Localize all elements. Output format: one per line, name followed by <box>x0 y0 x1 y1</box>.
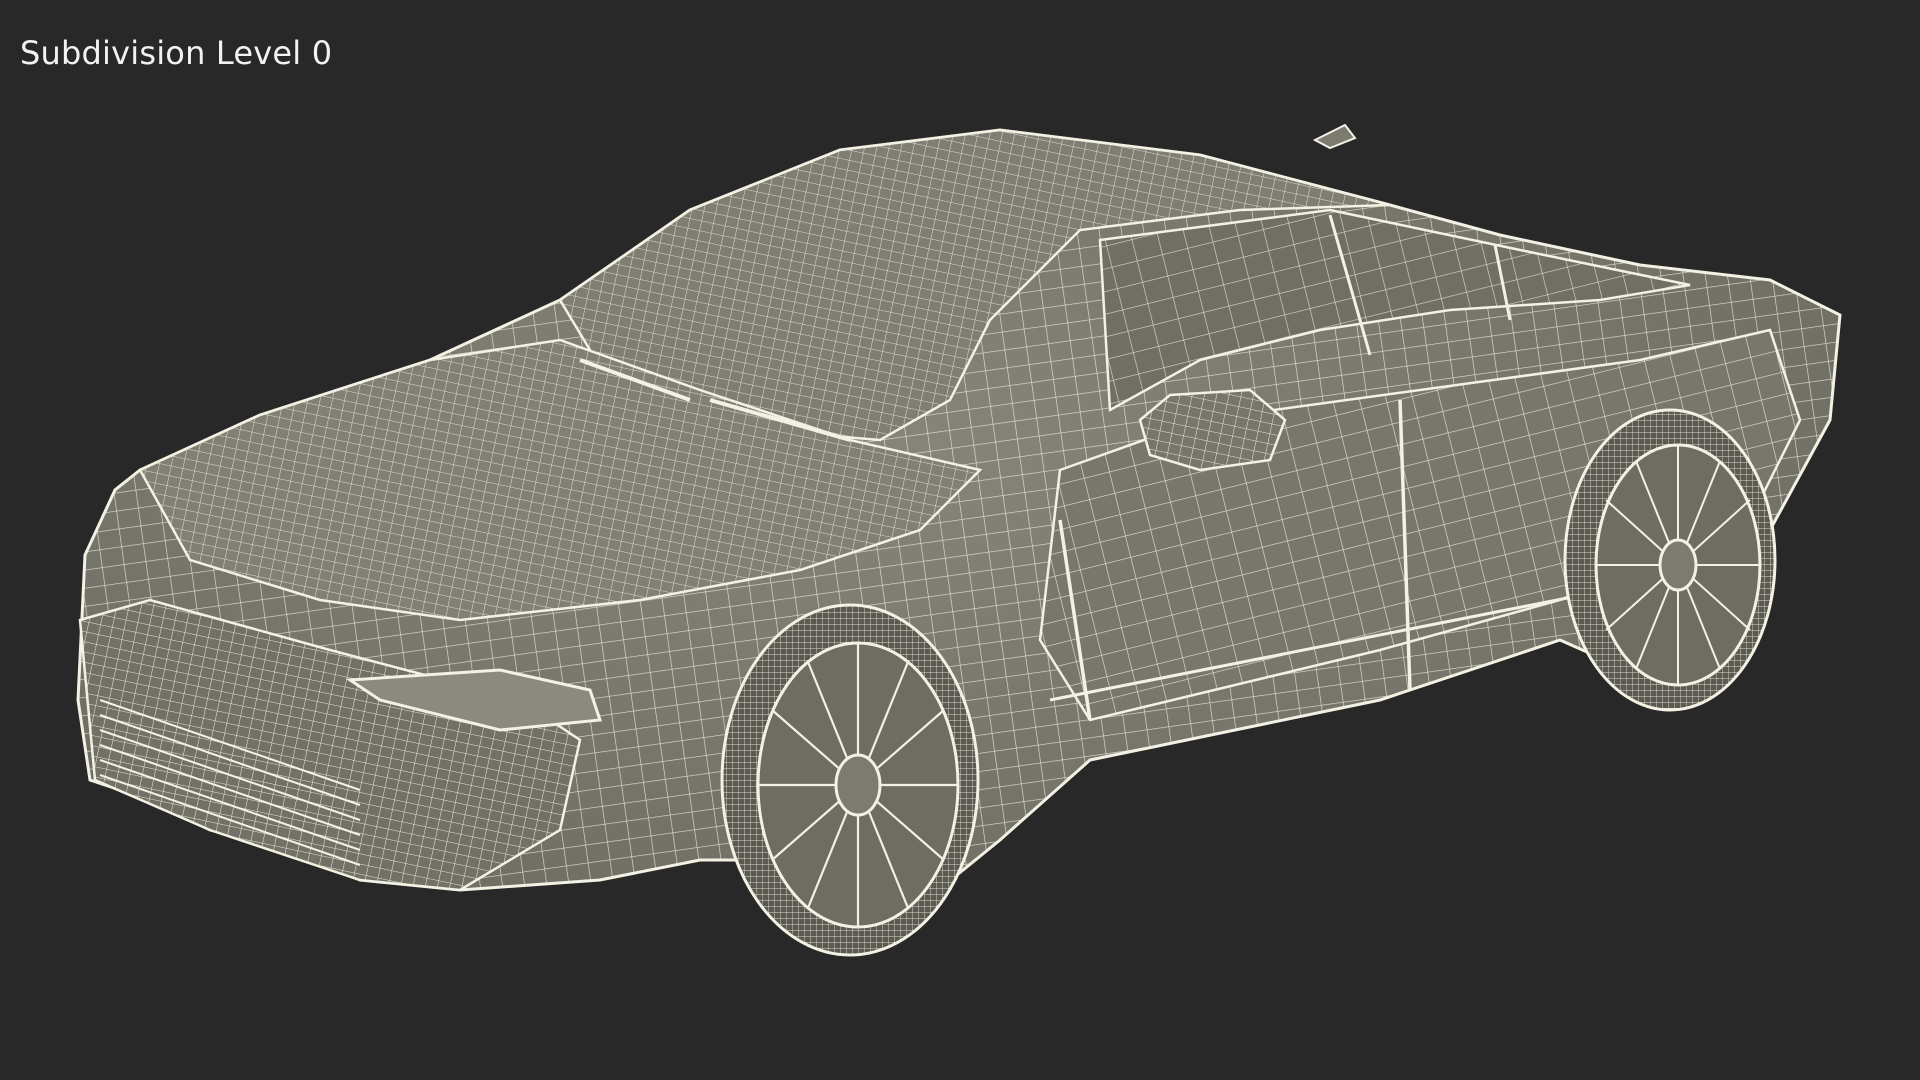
roof-antenna <box>1312 123 1357 150</box>
front-wheel <box>720 603 980 957</box>
subdivision-level-label: Subdivision Level 0 <box>20 34 333 72</box>
3d-viewport[interactable]: Subdivision Level 0 <box>0 0 1920 1080</box>
side-mirror <box>1138 388 1287 472</box>
car-wireframe-render[interactable] <box>0 0 1920 1080</box>
rear-wheel <box>1563 408 1777 712</box>
